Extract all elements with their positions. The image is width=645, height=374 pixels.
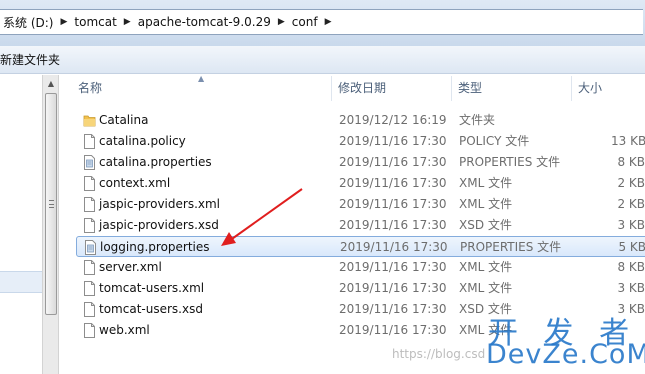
file-row[interactable]: Catalina 2019/12/12 16:19 文件夹 bbox=[76, 110, 645, 131]
breadcrumb-conf[interactable]: conf bbox=[288, 15, 322, 29]
properties-file-icon bbox=[84, 240, 97, 255]
column-header-type[interactable]: 类型 bbox=[452, 76, 572, 101]
file-name: tomcat-users.xml bbox=[99, 281, 205, 295]
file-type: 文件夹 bbox=[459, 113, 496, 127]
file-row[interactable]: server.xml 2019/11/16 17:30 XML 文件 8 KB bbox=[76, 257, 645, 278]
file-name: server.xml bbox=[99, 260, 162, 274]
watermark-url: https://blog.csd bbox=[392, 347, 486, 361]
file-row[interactable]: tomcat-users.xml 2019/11/16 17:30 XML 文件 3 … bbox=[76, 278, 645, 299]
file-icon bbox=[83, 134, 96, 149]
file-date: 2019/11/16 17:30 bbox=[339, 218, 447, 232]
file-size: 3 KB bbox=[617, 218, 645, 232]
chevron-right-icon[interactable]: ▶ bbox=[275, 17, 288, 27]
file-size: 13 KB bbox=[611, 134, 645, 148]
file-row[interactable]: catalina.properties 2019/11/16 17:30 PROPE… bbox=[76, 152, 645, 173]
file-icon bbox=[83, 197, 96, 212]
nav-scrollbar[interactable]: ▲ bbox=[42, 75, 59, 374]
file-row[interactable]: jaspic-providers.xml 2019/11/16 17:30 XML … bbox=[76, 194, 645, 215]
new-folder-button[interactable]: 新建文件夹 bbox=[0, 51, 64, 68]
properties-file-icon bbox=[83, 155, 96, 170]
chevron-right-icon[interactable]: ▶ bbox=[57, 17, 70, 27]
toolbar: 新建文件夹 bbox=[0, 46, 645, 74]
file-date: 2019/11/16 17:30 bbox=[339, 197, 447, 211]
file-name: Catalina bbox=[99, 113, 149, 127]
file-name: jaspic-providers.xsd bbox=[99, 218, 219, 232]
file-type: XML 文件 bbox=[459, 281, 513, 295]
file-icon bbox=[83, 260, 96, 275]
file-date: 2019/11/16 17:30 bbox=[339, 323, 447, 337]
file-type: XML 文件 bbox=[459, 197, 513, 211]
chevron-right-icon[interactable]: ▶ bbox=[121, 17, 134, 27]
watermark-logo-en: DevZe.CoM bbox=[486, 339, 645, 370]
breadcrumb-apache-tomcat[interactable]: apache-tomcat-9.0.29 bbox=[134, 15, 275, 29]
scrollbar-thumb[interactable] bbox=[45, 93, 57, 315]
file-type: POLICY 文件 bbox=[459, 134, 530, 148]
file-name: logging.properties bbox=[100, 240, 210, 254]
file-date: 2019/12/12 16:19 bbox=[339, 113, 447, 127]
file-type: XML 文件 bbox=[459, 260, 513, 274]
file-size: 8 KB bbox=[617, 260, 645, 274]
file-date: 2019/11/16 17:30 bbox=[339, 134, 447, 148]
breadcrumb[interactable]: 系统 (D:) ▶ tomcat ▶ apache-tomcat-9.0.29 … bbox=[0, 9, 643, 35]
file-size: 8 KB bbox=[617, 155, 645, 169]
file-name: catalina.policy bbox=[99, 134, 186, 148]
file-date: 2019/11/16 17:30 bbox=[339, 302, 447, 316]
file-size: 3 KB bbox=[617, 281, 645, 295]
file-row[interactable]: jaspic-providers.xsd 2019/11/16 17:30 XSD … bbox=[76, 215, 645, 236]
nav-selected-item[interactable] bbox=[0, 271, 42, 293]
navigation-pane[interactable] bbox=[0, 75, 42, 374]
address-bar-area: 系统 (D:) ▶ tomcat ▶ apache-tomcat-9.0.29 … bbox=[0, 0, 645, 46]
column-header-name[interactable]: 名称 bbox=[72, 76, 332, 101]
breadcrumb-tomcat[interactable]: tomcat bbox=[70, 15, 120, 29]
file-date: 2019/11/16 17:30 bbox=[340, 240, 448, 254]
file-type: PROPERTIES 文件 bbox=[459, 155, 561, 169]
chevron-right-icon[interactable]: ▶ bbox=[322, 17, 335, 27]
annotation-arrow-icon bbox=[221, 188, 303, 246]
file-date: 2019/11/16 17:30 bbox=[339, 176, 447, 190]
folder-icon bbox=[83, 113, 96, 128]
file-icon bbox=[83, 323, 96, 338]
file-icon bbox=[83, 302, 96, 317]
file-type: PROPERTIES 文件 bbox=[460, 240, 562, 254]
file-icon bbox=[83, 281, 96, 296]
scroll-up-icon[interactable]: ▲ bbox=[45, 77, 57, 91]
file-name: jaspic-providers.xml bbox=[99, 197, 221, 211]
file-type: XML 文件 bbox=[459, 176, 513, 190]
file-name: web.xml bbox=[99, 323, 150, 337]
file-row[interactable]: context.xml 2019/11/16 17:30 XML 文件 2 KB bbox=[76, 173, 645, 194]
file-row[interactable]: logging.properties 2019/11/16 17:30 PROPER… bbox=[76, 236, 645, 257]
grip-icon bbox=[49, 200, 54, 208]
file-date: 2019/11/16 17:30 bbox=[339, 281, 447, 295]
file-type: XSD 文件 bbox=[459, 218, 512, 232]
file-size: 2 KB bbox=[617, 176, 645, 190]
column-header-size[interactable]: 大小 bbox=[572, 76, 645, 101]
file-name: catalina.properties bbox=[99, 155, 212, 169]
file-name: context.xml bbox=[99, 176, 171, 190]
file-size: 5 KB bbox=[618, 240, 645, 254]
file-row[interactable]: catalina.policy 2019/11/16 17:30 POLICY 文件… bbox=[76, 131, 645, 152]
file-date: 2019/11/16 17:30 bbox=[339, 155, 447, 169]
file-icon bbox=[83, 218, 96, 233]
breadcrumb-drive[interactable]: 系统 (D:) bbox=[0, 14, 57, 31]
file-size: 2 KB bbox=[617, 197, 645, 211]
file-date: 2019/11/16 17:30 bbox=[339, 260, 447, 274]
column-header-date[interactable]: 修改日期 bbox=[332, 76, 452, 101]
file-icon bbox=[83, 176, 96, 191]
file-name: tomcat-users.xsd bbox=[99, 302, 203, 316]
